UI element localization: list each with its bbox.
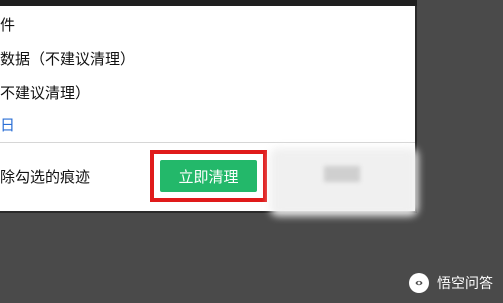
dialog-link[interactable]: 日 [0,116,15,134]
clean-now-button[interactable]: 立即清理 [160,160,257,192]
dialog-row-label: 数据（不建议清理） [0,50,136,68]
dialog-top-edge [0,0,417,6]
wukong-icon [409,273,429,293]
blurred-secondary-button [270,148,418,216]
watermark-text: 悟空问答 [437,276,493,292]
dialog-row-label: 不建议清理） [0,84,91,102]
footer-divider [0,142,415,143]
dialog-row-label: 件 [0,16,16,34]
watermark: 悟空问答 [409,273,493,293]
clean-button-highlight: 立即清理 [150,150,267,202]
footer-description: 除勾选的痕迹 [0,168,91,186]
blurred-secondary-button-text [324,166,360,182]
